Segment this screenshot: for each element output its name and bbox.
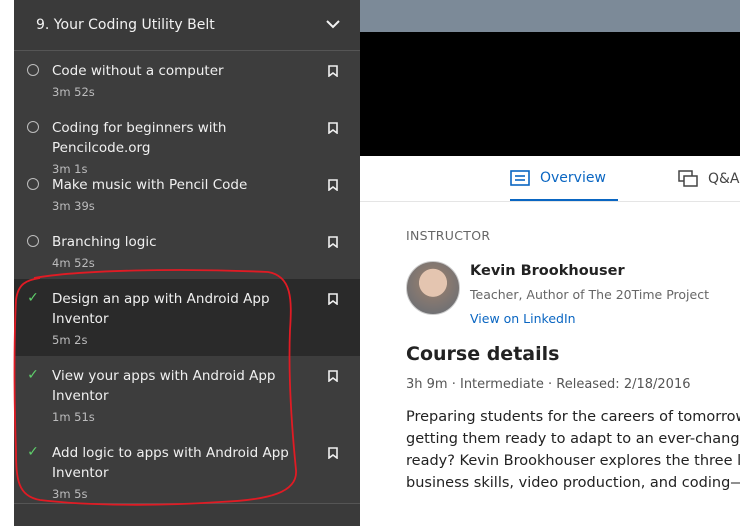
description-line: getting them ready to adapt to an ever-c… (406, 431, 740, 447)
next-chapter-header[interactable] (14, 503, 360, 526)
status-circle-icon (27, 178, 39, 190)
avatar[interactable] (406, 261, 460, 315)
instructor-card: Kevin Brookhouser Teacher, Author of The… (406, 261, 740, 331)
video-duration: 3m 52s (52, 85, 95, 99)
instructor-name[interactable]: Kevin Brookhouser (470, 263, 625, 279)
tab-qa[interactable]: Q&A (678, 156, 740, 201)
chevron-up-icon[interactable] (326, 17, 340, 33)
video-item-code-without-computer[interactable]: Code without a computer 3m 52s (14, 51, 360, 108)
course-level: Intermediate (459, 377, 544, 392)
instructor-section-label: INSTRUCTOR (406, 228, 491, 243)
video-title: Code without a computer (52, 63, 224, 79)
tab-overview[interactable]: Overview (510, 156, 618, 201)
status-circle-icon (27, 121, 39, 133)
status-circle-icon (27, 235, 39, 247)
video-item-view-apps[interactable]: ✓ View your apps with Android App Invent… (14, 356, 360, 433)
overview-icon (510, 169, 530, 186)
tab-qa-label: Q&A (708, 170, 740, 187)
video-item-pencilcode[interactable]: Coding for beginners with Pencilcode.org… (14, 108, 360, 176)
video-title: Coding for beginners with Pencilcode.org (52, 120, 227, 156)
video-top-bar (360, 0, 740, 32)
chapter-header[interactable]: 9. Your Coding Utility Belt (14, 0, 360, 51)
video-duration: 1m 51s (52, 410, 95, 424)
video-item-add-logic[interactable]: ✓ Add logic to apps with Android App Inv… (14, 433, 360, 510)
video-title: View your apps with Android App Inventor (52, 368, 276, 404)
video-duration: 3m 5s (52, 487, 88, 501)
course-sidebar: 9. Your Coding Utility Belt Code without… (14, 0, 360, 526)
bookmark-icon[interactable] (328, 447, 338, 459)
video-item-music[interactable]: Make music with Pencil Code 3m 39s (14, 165, 360, 222)
page-margin (0, 0, 14, 526)
video-title: Branching logic (52, 234, 157, 250)
meta-separator: · (451, 377, 460, 392)
checkmark-icon: ✓ (27, 367, 39, 383)
video-player[interactable] (360, 0, 740, 156)
course-meta: 3h 9m · Intermediate · Released: 2/18/20… (406, 377, 740, 392)
checkmark-icon: ✓ (27, 290, 39, 306)
bookmark-icon[interactable] (328, 370, 338, 382)
course-details-title: Course details (406, 343, 560, 365)
video-item-branching-logic[interactable]: Branching logic 4m 52s (14, 222, 360, 279)
chat-bubbles-icon (678, 169, 698, 187)
bookmark-icon[interactable] (328, 179, 338, 191)
video-duration: 3m 39s (52, 199, 95, 213)
description-line: Preparing students for the careers of to… (406, 409, 740, 425)
instructor-role: Teacher, Author of The 20Time Project (470, 287, 709, 302)
checkmark-icon: ✓ (27, 444, 39, 460)
course-released: Released: 2/18/2016 (556, 377, 691, 392)
bookmark-icon[interactable] (328, 236, 338, 248)
description-line: ready? Kevin Brookhouser explores the th… (406, 453, 740, 469)
status-circle-icon (27, 64, 39, 76)
course-duration: 3h 9m (406, 377, 448, 392)
bookmark-icon[interactable] (328, 65, 338, 77)
content-tabs: Overview Q&A (360, 156, 740, 202)
bookmark-icon[interactable] (328, 122, 338, 134)
video-title: Add logic to apps with Android App Inven… (52, 445, 289, 481)
video-title: Make music with Pencil Code (52, 177, 248, 193)
bookmark-icon[interactable] (328, 293, 338, 305)
video-duration: 4m 52s (52, 256, 95, 270)
tab-overview-label: Overview (540, 169, 606, 186)
description-line: business skills, video production, and c… (406, 475, 740, 491)
video-item-design-app[interactable]: ✓ Design an app with Android App Invento… (14, 279, 360, 356)
video-duration: 5m 2s (52, 333, 88, 347)
overview-panel: INSTRUCTOR Kevin Brookhouser Teacher, Au… (406, 210, 740, 494)
linkedin-link[interactable]: View on LinkedIn (470, 311, 576, 326)
video-title: Design an app with Android App Inventor (52, 291, 270, 327)
chapter-title: 9. Your Coding Utility Belt (36, 17, 215, 33)
course-description: Preparing students for the careers of to… (406, 406, 740, 494)
